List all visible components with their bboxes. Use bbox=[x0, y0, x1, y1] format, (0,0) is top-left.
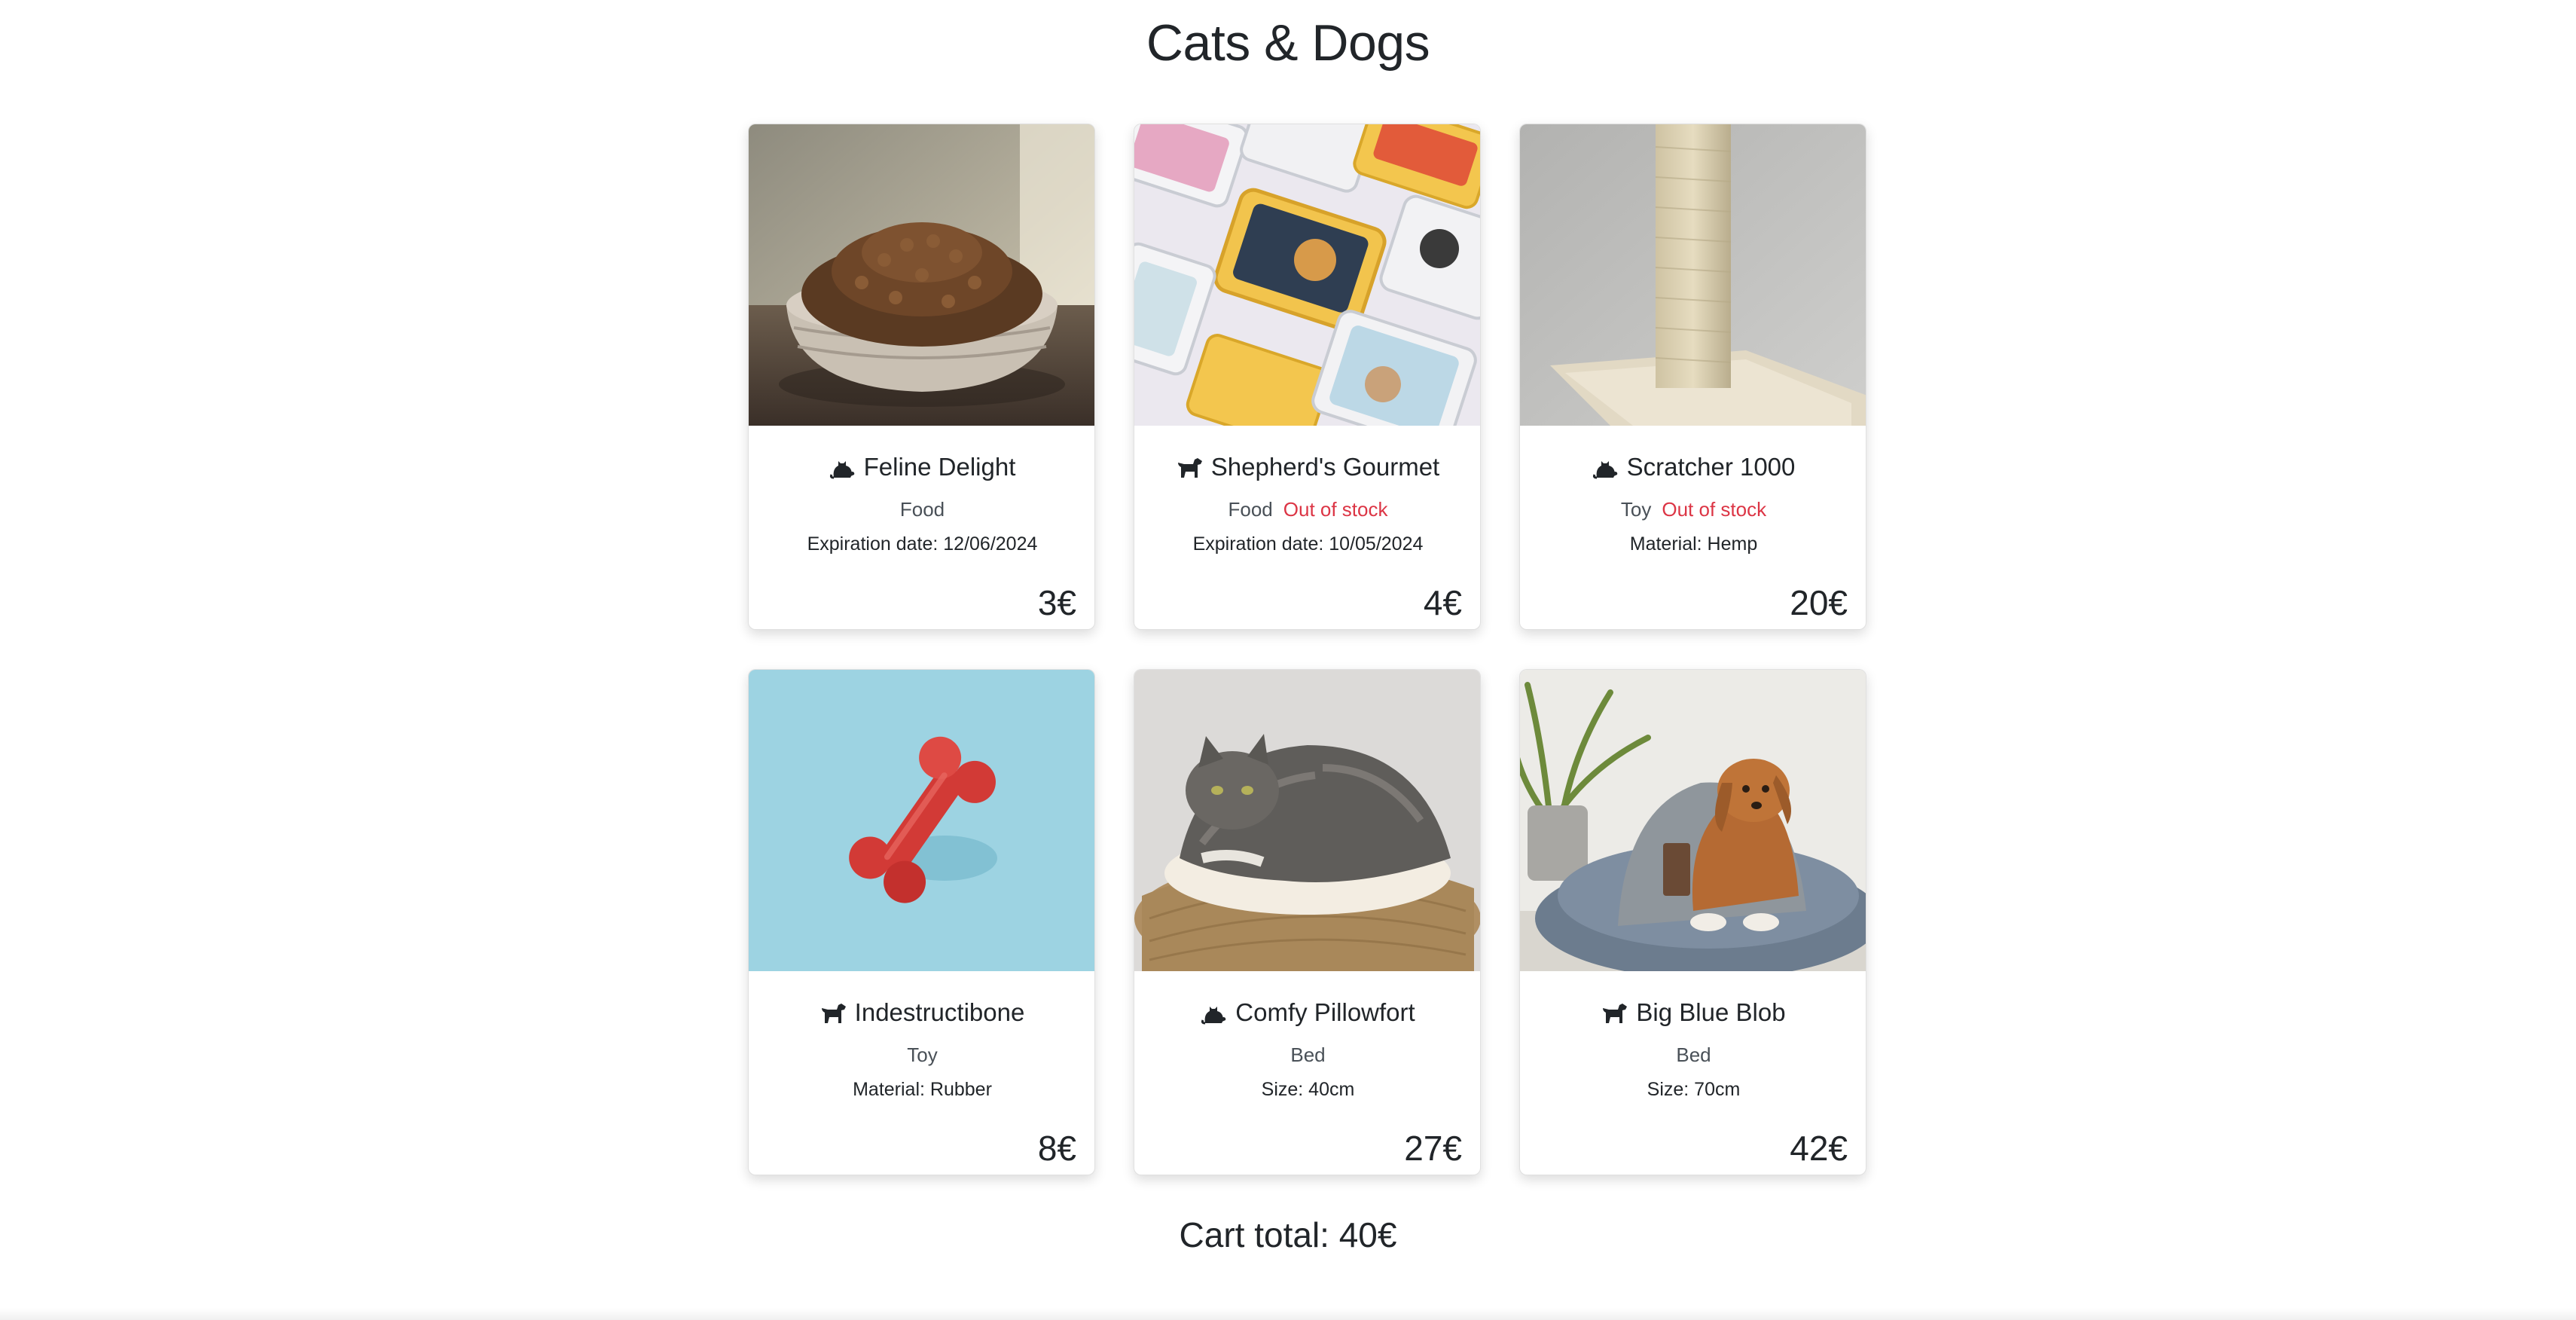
product-name: Comfy Pillowfort bbox=[1235, 998, 1415, 1026]
product-detail: Size: 40cm bbox=[1261, 1079, 1355, 1100]
product-name: Big Blue Blob bbox=[1636, 998, 1786, 1026]
product-name: Feline Delight bbox=[863, 453, 1016, 481]
card-body: Scratcher 1000 Toy Out of stock Material:… bbox=[1520, 426, 1866, 629]
product-card-big-blue-blob[interactable]: Big Blue Blob Bed Size: 70cm 42€ bbox=[1519, 669, 1866, 1175]
cart-total: Cart total: 40€ bbox=[1179, 1215, 1397, 1254]
cat-icon bbox=[829, 455, 856, 479]
product-category: Toy bbox=[1620, 498, 1652, 521]
rubber-bone-image bbox=[749, 670, 1094, 971]
product-detail: Material: Hemp bbox=[1629, 533, 1758, 555]
card-body: Indestructibone Toy Material: Rubber 8€ bbox=[749, 971, 1094, 1175]
product-detail: Material: Rubber bbox=[853, 1079, 992, 1100]
cat-icon bbox=[1592, 455, 1619, 479]
stock-status: Out of stock bbox=[1283, 498, 1388, 521]
product-price: 4€ bbox=[1423, 583, 1462, 622]
dog-icon bbox=[1177, 455, 1204, 479]
stock-status: Out of stock bbox=[1662, 498, 1767, 521]
product-category: Bed bbox=[1676, 1043, 1711, 1066]
product-detail: Expiration date: 10/05/2024 bbox=[1192, 533, 1424, 555]
product-price: 42€ bbox=[1790, 1129, 1848, 1168]
product-detail: Size: 70cm bbox=[1647, 1079, 1741, 1100]
product-card-indestructibone[interactable]: Indestructibone Toy Material: Rubber 8€ bbox=[748, 669, 1095, 1175]
shop-page: Cats & Dogs Feline Delight Food Expirati… bbox=[0, 0, 2576, 1320]
scratching-post-image bbox=[1520, 124, 1866, 426]
product-price: 20€ bbox=[1790, 583, 1848, 622]
product-category: Food bbox=[1228, 498, 1273, 521]
food-trays-image bbox=[1134, 124, 1480, 426]
product-name: Indestructibone bbox=[854, 998, 1025, 1026]
product-card-comfy-pillowfort[interactable]: Comfy Pillowfort Bed Size: 40cm 27€ bbox=[1134, 669, 1481, 1175]
product-price: 27€ bbox=[1404, 1129, 1462, 1168]
dog-icon bbox=[1601, 1001, 1628, 1025]
product-price: 3€ bbox=[1037, 583, 1076, 622]
card-body: Big Blue Blob Bed Size: 70cm 42€ bbox=[1520, 971, 1866, 1175]
page-title: Cats & Dogs bbox=[1146, 14, 1430, 72]
dog-icon bbox=[820, 1001, 847, 1025]
product-grid: Feline Delight Food Expiration date: 12/… bbox=[748, 124, 1866, 1175]
product-name: Shepherd's Gourmet bbox=[1210, 453, 1440, 481]
kibble-bowl-image bbox=[749, 124, 1094, 426]
product-detail: Expiration date: 12/06/2024 bbox=[807, 533, 1038, 555]
product-card-shepherds-gourmet[interactable]: Shepherd's Gourmet Food Out of stock Expi… bbox=[1134, 124, 1481, 630]
card-body: Shepherd's Gourmet Food Out of stock Expi… bbox=[1134, 426, 1480, 629]
card-body: Comfy Pillowfort Bed Size: 40cm 27€ bbox=[1134, 971, 1480, 1175]
product-card-scratcher-1000[interactable]: Scratcher 1000 Toy Out of stock Material:… bbox=[1519, 124, 1866, 630]
product-card-feline-delight[interactable]: Feline Delight Food Expiration date: 12/… bbox=[748, 124, 1095, 630]
product-category: Food bbox=[899, 498, 945, 521]
cat-basket-image bbox=[1134, 670, 1480, 971]
product-name: Scratcher 1000 bbox=[1626, 453, 1796, 481]
product-price: 8€ bbox=[1037, 1129, 1076, 1168]
page-bottom-shadow bbox=[0, 1308, 2576, 1320]
card-body: Feline Delight Food Expiration date: 12/… bbox=[749, 426, 1094, 629]
dog-bed-image bbox=[1520, 670, 1866, 971]
product-category: Toy bbox=[907, 1043, 938, 1066]
product-category: Bed bbox=[1290, 1043, 1326, 1066]
cat-icon bbox=[1201, 1001, 1228, 1025]
